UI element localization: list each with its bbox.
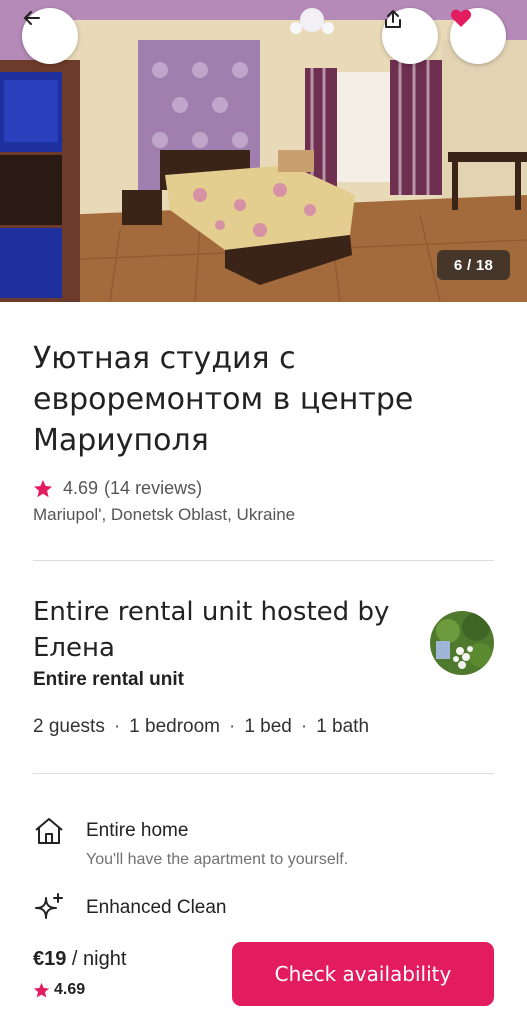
back-button[interactable] [22, 8, 78, 64]
rating-summary[interactable]: 4.69 (14 reviews) [33, 478, 202, 499]
star-icon [33, 982, 50, 997]
feature-title-enhanced-clean: Enhanced Clean [86, 897, 227, 918]
arrow-left-icon [24, 11, 40, 25]
spec-separator: · [229, 716, 236, 737]
photo-counter: 6 / 18 [437, 250, 510, 280]
listing-specs: 2 guests · 1 bedroom · 1 bed · 1 bath [33, 716, 369, 738]
divider [33, 560, 494, 561]
spec-separator: · [300, 716, 308, 737]
spec-guests: 2 guests [33, 716, 105, 737]
spec-bedrooms: 1 bedroom [129, 716, 220, 737]
price-unit: / night [66, 948, 127, 970]
footer-rating: 4.69 [33, 981, 85, 999]
footer-rating-value: 4.69 [54, 981, 86, 998]
property-type: Entire rental unit [33, 669, 184, 690]
share-button[interactable] [382, 8, 438, 64]
star-icon [34, 479, 52, 497]
sparkle-icon [35, 893, 63, 919]
feature-title-entire-home: Entire home [86, 820, 189, 841]
avatar-image [430, 611, 494, 675]
listing-title: Уютная студия с евроремонтом в центре Ма… [33, 341, 414, 458]
favorite-button[interactable] [450, 8, 506, 64]
nightly-price: €19 / night [33, 948, 126, 971]
heart-icon [450, 9, 472, 27]
spec-separator: · [113, 716, 121, 737]
listing-location: Mariupol', Donetsk Oblast, Ukraine [33, 505, 296, 524]
booking-footer: €19 / night 4.69 Check availability [0, 935, 527, 1024]
host-title: Entire rental unit hosted by Елена [33, 597, 390, 663]
check-availability-button[interactable]: Check availability [232, 942, 494, 1006]
divider [33, 773, 494, 774]
feature-desc-entire-home: You'll have the apartment to yourself. [86, 851, 349, 868]
listing-photo[interactable]: 6 / 18 [0, 0, 527, 302]
share-icon [385, 10, 401, 28]
home-icon [35, 818, 63, 844]
host-avatar[interactable] [430, 611, 494, 675]
rating-value: 4.69 [63, 478, 99, 498]
spec-beds: 1 bed [244, 716, 292, 737]
review-count: (14 reviews) [104, 478, 203, 498]
price-amount: €19 [33, 948, 67, 970]
spec-baths: 1 bath [316, 716, 370, 737]
